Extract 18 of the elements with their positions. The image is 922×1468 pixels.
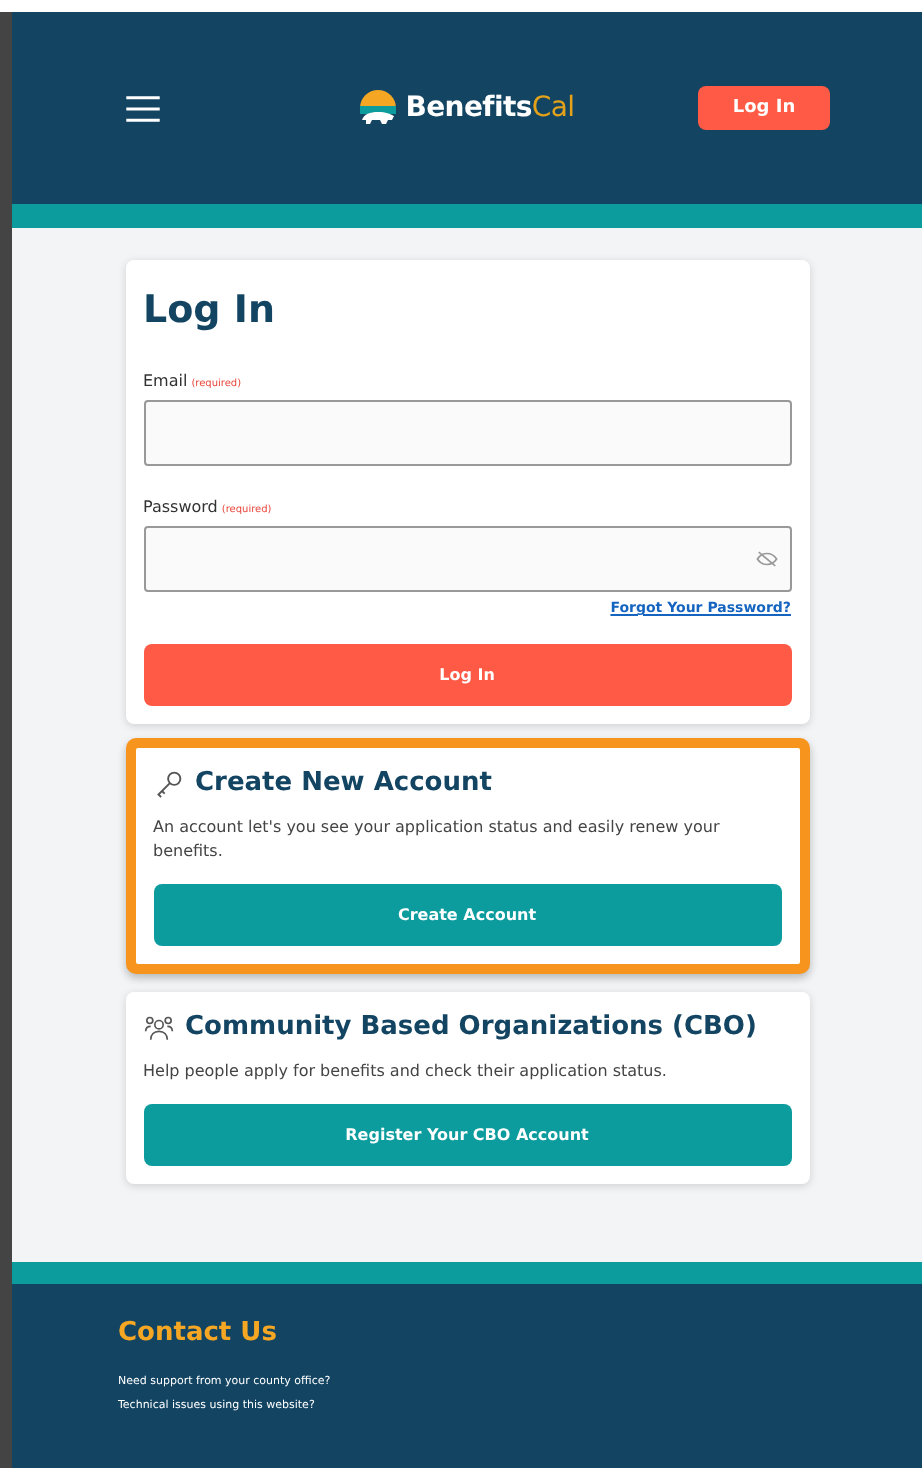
menu-icon[interactable] bbox=[126, 95, 160, 121]
login-submit-button[interactable]: Log In bbox=[143, 644, 791, 706]
people-icon bbox=[143, 1013, 173, 1041]
login-title: Log In bbox=[143, 288, 277, 332]
card-description: Help people apply for benefits and check their application status. bbox=[143, 1060, 669, 1084]
password-field[interactable] bbox=[143, 526, 791, 592]
hidden-eye-icon[interactable] bbox=[755, 550, 777, 568]
logo-text: BenefitsCal bbox=[405, 92, 575, 124]
card-description: An account let's you see your application status and easily renew your benefits. bbox=[153, 816, 722, 864]
card-action-button[interactable]: Register Your CBO Account bbox=[143, 1104, 791, 1166]
login-button[interactable]: Log In bbox=[697, 86, 830, 130]
key-icon bbox=[153, 769, 183, 797]
card-title: Community Based Organizations (CBO) bbox=[185, 1012, 757, 1042]
card-action-button[interactable]: Create Account bbox=[153, 884, 781, 946]
footer-title: Contact Us bbox=[118, 1318, 279, 1348]
logo-icon bbox=[355, 88, 400, 128]
card-title: Create New Account bbox=[195, 768, 492, 798]
email-field[interactable] bbox=[143, 400, 791, 466]
